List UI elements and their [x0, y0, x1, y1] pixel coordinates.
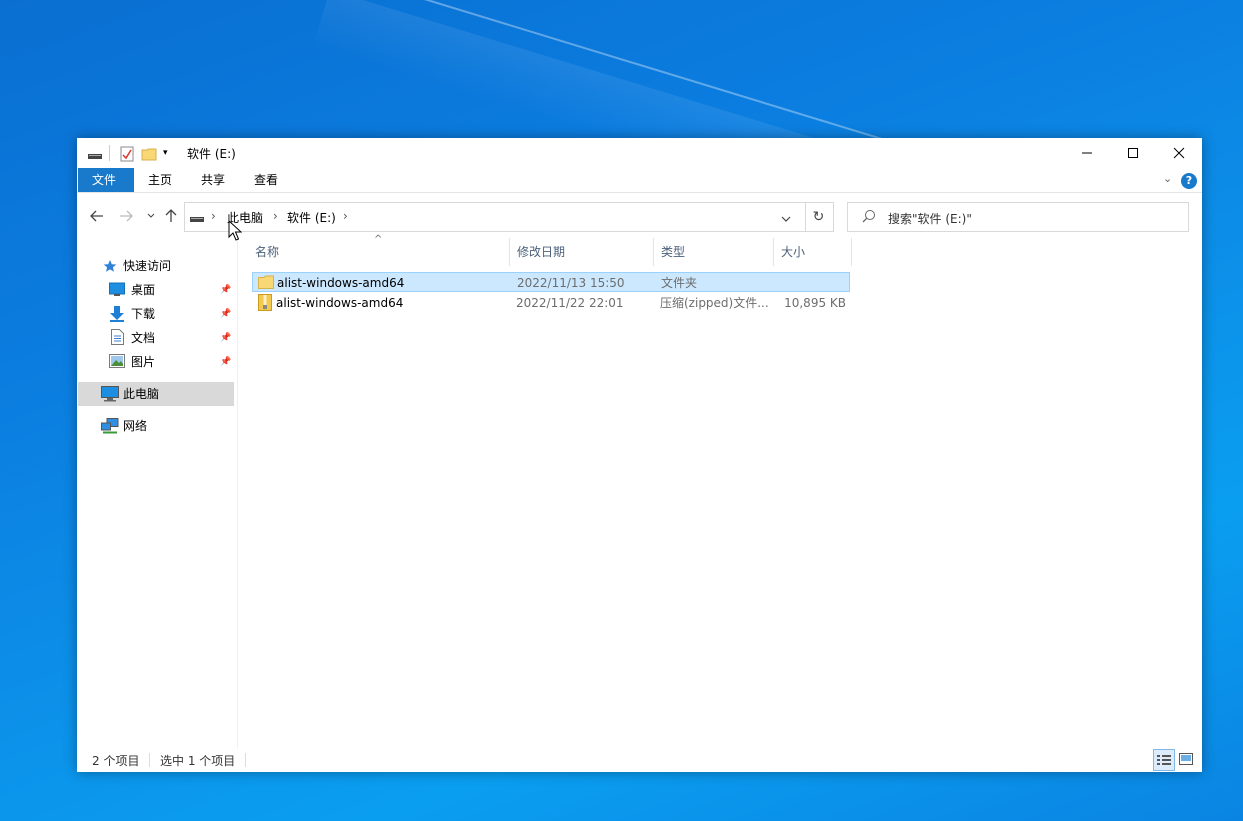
sidebar-item-downloads[interactable]: 下载 📌 [109, 303, 235, 325]
folder-icon [258, 275, 274, 289]
document-icon [111, 329, 124, 345]
forward-arrow-icon [120, 210, 133, 222]
sidebar-item-desktop[interactable]: 桌面 📌 [109, 279, 235, 301]
download-arrow-icon [110, 306, 124, 322]
drive-icon [189, 209, 205, 228]
sidebar-item-label: 文档 [131, 331, 156, 345]
zip-file-icon [258, 294, 272, 311]
up-button[interactable] [161, 206, 181, 226]
close-icon [1173, 147, 1185, 159]
picture-icon [109, 354, 125, 368]
status-separator [245, 753, 246, 767]
table-row[interactable]: alist-windows-amd64 2022/11/13 15:50 文件夹 [252, 272, 850, 292]
drive-icon [87, 146, 103, 162]
up-arrow-icon [165, 209, 177, 222]
forward-button[interactable] [116, 206, 136, 226]
file-name: alist-windows-amd64 [277, 276, 405, 290]
tab-view[interactable]: 查看 [240, 168, 292, 192]
search-placeholder: 搜索"软件 (E:)" [888, 212, 972, 226]
minimize-icon [1082, 152, 1092, 154]
chevron-down-icon [781, 216, 791, 222]
search-box[interactable]: 搜索"软件 (E:)" [847, 202, 1189, 232]
sidebar-item-label: 网络 [123, 419, 148, 433]
tab-home[interactable]: 主页 [134, 168, 186, 192]
sidebar-item-label: 图片 [131, 355, 156, 369]
properties-icon[interactable] [119, 146, 135, 162]
sidebar-item-label: 快速访问 [123, 259, 172, 273]
computer-icon [101, 386, 119, 402]
sidebar-item-label: 桌面 [131, 283, 156, 297]
address-history-dropdown[interactable] [781, 212, 791, 226]
new-folder-icon[interactable] [141, 146, 157, 162]
sidebar-item-label: 下载 [131, 307, 156, 321]
sidebar-item-documents[interactable]: 文档 📌 [109, 327, 235, 349]
recent-locations-button[interactable] [141, 206, 161, 226]
minimize-button[interactable] [1064, 138, 1110, 168]
back-arrow-icon [90, 210, 103, 222]
breadcrumb-chevron-icon[interactable]: › [273, 209, 278, 223]
item-count: 2 个项目 [92, 754, 140, 768]
mouse-pointer-icon [228, 220, 242, 241]
file-type: 文件夹 [661, 276, 698, 290]
refresh-icon: ↻ [812, 209, 825, 225]
file-type: 压缩(zipped)文件... [660, 296, 769, 310]
close-button[interactable] [1156, 138, 1202, 168]
navigation-bar: › 此电脑 › 软件 (E:) › ↻ 搜索"软件 (E:)" [77, 200, 1202, 232]
pin-icon[interactable]: 📌 [220, 279, 231, 301]
customize-toolbar-icon[interactable]: ▾ [163, 148, 168, 164]
file-date: 2022/11/13 15:50 [517, 276, 625, 290]
pin-icon[interactable]: 📌 [220, 351, 231, 373]
title-bar: ▾ 软件 (E:) [77, 138, 1202, 168]
maximize-button[interactable] [1110, 138, 1156, 168]
breadcrumb-chevron-icon[interactable]: › [211, 209, 216, 223]
large-icons-view-button[interactable] [1176, 749, 1196, 769]
status-bar: 2 个项目 选中 1 个项目 [77, 746, 1202, 772]
search-icon [862, 209, 876, 226]
file-explorer-window: ▾ 软件 (E:) 文件 主页 共享 查看 ⌄ ? › 此电脑 › 软件 (E:… [77, 138, 1202, 772]
table-row[interactable]: alist-windows-amd64 2022/11/22 22:01 压缩(… [252, 293, 850, 313]
desktop-icon [109, 282, 125, 296]
help-icon[interactable]: ? [1181, 173, 1197, 189]
file-date: 2022/11/22 22:01 [516, 296, 624, 310]
sidebar-item-label: 此电脑 [123, 387, 160, 401]
column-header-type[interactable]: 类型 [653, 238, 774, 266]
details-view-icon [1157, 755, 1171, 765]
chevron-down-icon [147, 213, 155, 218]
refresh-button[interactable]: ↻ [804, 202, 834, 232]
pin-icon[interactable]: 📌 [220, 303, 231, 325]
file-name: alist-windows-amd64 [276, 296, 404, 310]
title-separator [109, 145, 110, 161]
expand-ribbon-icon[interactable]: ⌄ [1163, 172, 1172, 185]
column-header-date[interactable]: 修改日期 [509, 238, 654, 266]
column-header-size[interactable]: 大小 [773, 238, 852, 266]
breadcrumb-drive-e[interactable]: 软件 (E:) [287, 209, 336, 226]
pin-icon[interactable]: 📌 [220, 327, 231, 349]
sidebar-item-pictures[interactable]: 图片 📌 [109, 351, 235, 373]
breadcrumb-chevron-icon[interactable]: › [343, 209, 348, 223]
back-button[interactable] [87, 206, 107, 226]
selected-count: 选中 1 个项目 [160, 754, 236, 768]
star-icon [103, 260, 117, 272]
details-view-button[interactable] [1153, 749, 1175, 771]
network-icon [101, 418, 119, 434]
tab-file[interactable]: 文件 [78, 168, 134, 192]
column-header-row: ^ 名称 修改日期 类型 大小 [247, 234, 852, 266]
address-bar[interactable]: › 此电脑 › 软件 (E:) › [184, 202, 806, 232]
status-separator [149, 753, 150, 767]
tab-share[interactable]: 共享 [187, 168, 239, 192]
large-icons-view-icon [1179, 753, 1193, 765]
column-header-name[interactable]: 名称 [247, 238, 510, 266]
maximize-icon [1128, 148, 1138, 158]
window-title: 软件 (E:) [187, 147, 236, 161]
navigation-pane: 快速访问 桌面 📌 下载 📌 文档 📌 图片 📌 此电脑 网络 [77, 236, 238, 748]
ribbon-tabs: 文件 主页 共享 查看 ⌄ ? [77, 168, 1202, 193]
file-size: 10,895 KB [784, 296, 846, 310]
